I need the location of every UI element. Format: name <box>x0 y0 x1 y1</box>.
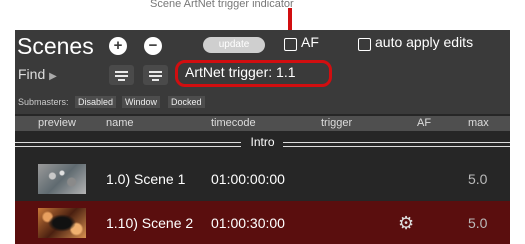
filter-lines-icon-bar <box>118 79 125 81</box>
scene-timecode: 01:00:00:00 <box>211 171 285 187</box>
column-name[interactable]: name <box>106 117 134 129</box>
add-scene-button[interactable]: + <box>109 37 127 55</box>
column-af[interactable]: AF <box>417 117 431 129</box>
column-timecode[interactable]: timecode <box>211 117 256 129</box>
scene-timecode: 01:00:30:00 <box>211 215 285 231</box>
scene-max: 5.0 <box>468 215 488 231</box>
find-label: Find <box>18 66 46 82</box>
submasters-window-button[interactable]: Window <box>122 96 161 108</box>
table-row-selected[interactable]: 1.10) Scene 2 01:00:30:00 ⚙ 5.0 <box>15 201 510 244</box>
sort-lines-icon <box>149 71 162 73</box>
column-preview[interactable]: preview <box>38 117 76 129</box>
filter-lines-button[interactable] <box>109 65 134 85</box>
scene-max: 5.0 <box>468 171 488 187</box>
table-row[interactable]: 1.0) Scene 1 01:00:00:00 5.0 <box>15 157 510 201</box>
column-trigger[interactable]: trigger <box>321 117 352 129</box>
scenes-header: Scenes + − update AF auto apply edits Fi… <box>15 30 510 114</box>
callout-caption: Scene ArtNet trigger indicator <box>150 0 294 10</box>
sort-lines-icon-bar <box>149 75 162 77</box>
submasters-docked-button[interactable]: Docked <box>168 96 205 108</box>
af-checkbox[interactable] <box>284 38 297 51</box>
update-button[interactable]: update <box>203 37 265 53</box>
filter-lines-icon-bar <box>115 75 128 77</box>
scenes-panel: Scenes + − update AF auto apply edits Fi… <box>15 30 510 244</box>
scene-preview-thumbnail <box>38 208 86 238</box>
artnet-trigger-indicator: ArtNet trigger: 1.1 <box>185 64 296 80</box>
gear-icon[interactable]: ⚙ <box>398 213 414 234</box>
submasters-disabled-button[interactable]: Disabled <box>75 96 117 108</box>
scene-name: 1.10) Scene 2 <box>106 215 194 231</box>
column-max[interactable]: max <box>468 117 489 129</box>
find-toggle[interactable]: Find ▶ <box>18 66 57 82</box>
group-divider: Intro <box>15 134 510 152</box>
disclosure-arrow-icon: ▶ <box>49 71 57 82</box>
table-header: preview name timecode trigger AF max <box>15 116 510 131</box>
filter-lines-icon <box>115 71 128 73</box>
sort-lines-icon-bar <box>152 79 159 81</box>
remove-scene-button[interactable]: − <box>144 37 162 55</box>
scene-preview-thumbnail <box>38 164 86 194</box>
sort-lines-button[interactable] <box>143 65 168 85</box>
panel-title: Scenes <box>17 33 94 59</box>
auto-apply-label: auto apply edits <box>375 34 474 50</box>
group-rule-right <box>283 142 510 147</box>
submasters-label: Submasters: <box>18 97 69 107</box>
scene-name: 1.0) Scene 1 <box>106 171 186 187</box>
af-checkbox-label: AF <box>301 34 319 50</box>
auto-apply-checkbox[interactable] <box>358 38 371 51</box>
